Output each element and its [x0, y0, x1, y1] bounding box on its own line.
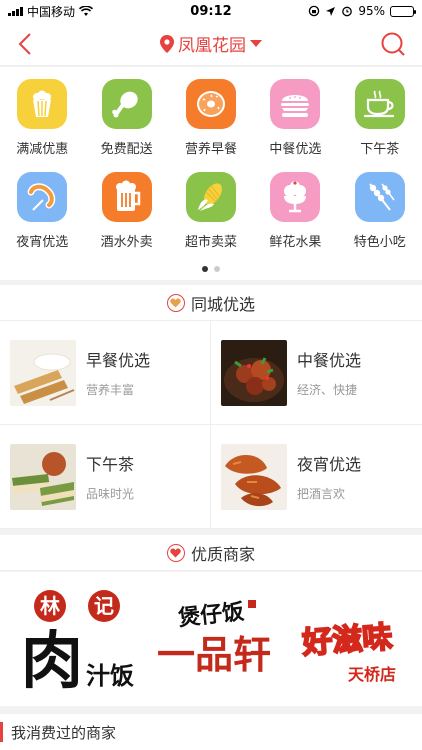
- location-name: 凤凰花园: [178, 36, 246, 56]
- beer-icon: [101, 172, 152, 222]
- popcorn-icon: [17, 79, 68, 129]
- pick-subtitle: 把酒言欢: [297, 487, 346, 501]
- burger-icon: [270, 79, 321, 129]
- category-label: 下午茶: [360, 142, 400, 157]
- search-icon[interactable]: [380, 31, 406, 57]
- lunch-image: [221, 339, 287, 406]
- alarm-icon: [342, 6, 353, 17]
- pick-card[interactable]: 夜宵优选 把酒言欢: [211, 425, 422, 529]
- category-label: 免费配送: [100, 142, 153, 157]
- navigation-bar: 凤凰花园: [0, 22, 422, 66]
- heart-icon: [166, 543, 185, 562]
- logo-char: 汁饭: [86, 661, 134, 690]
- wifi-icon: [79, 5, 94, 16]
- category-item[interactable]: 下午茶: [338, 79, 422, 172]
- ice-cream-icon: [270, 172, 321, 222]
- logo-char: 好滋味: [300, 620, 393, 661]
- map-pin-icon: [160, 34, 174, 53]
- section-marker: [0, 722, 3, 742]
- clock: 09:12: [190, 3, 232, 19]
- donut-icon: [185, 79, 236, 129]
- pick-subtitle: 经济、快捷: [297, 383, 358, 397]
- consumed-merchants-header: 我消费过的商家: [0, 714, 422, 750]
- merchant-logo-yipinxuan[interactable]: 煲仔饭 一品轩: [150, 582, 278, 692]
- category-item[interactable]: 满减优惠: [0, 79, 84, 172]
- battery-icon: [390, 5, 416, 17]
- category-item[interactable]: 鲜花水果: [253, 172, 337, 265]
- yipinxuan-logo: 煲仔饭 一品轩: [157, 599, 271, 677]
- sausage-icon: [17, 172, 68, 222]
- logo-char: 煲仔饭: [177, 599, 245, 632]
- signal-icon: [8, 6, 23, 16]
- merchant-logo-haoziwei[interactable]: 好滋味 天桥店: [288, 582, 416, 692]
- section-title: 我消费过的商家: [11, 723, 117, 742]
- page-dot-active[interactable]: [202, 266, 208, 272]
- category-grid: 满减优惠 免费配送 营养早餐 中餐优选 下午茶 夜宵优选 酒水外卖 超市卖菜 鲜…: [0, 67, 422, 265]
- logo-char: 天桥店: [348, 665, 396, 684]
- pick-title: 下午茶: [86, 455, 135, 474]
- category-item[interactable]: 夜宵优选: [0, 172, 84, 265]
- logo-char: 肉: [21, 624, 83, 692]
- section-title: 优质商家: [190, 544, 255, 564]
- pick-subtitle: 营养丰富: [86, 383, 135, 397]
- rotation-lock-icon: [309, 5, 320, 17]
- breakfast-image: [10, 339, 76, 406]
- skewer-icon: [354, 172, 405, 222]
- pick-title: 早餐优选: [86, 351, 151, 370]
- back-icon[interactable]: [14, 31, 38, 57]
- location-selector[interactable]: 凤凰花园: [160, 31, 262, 56]
- heart-icon: [166, 293, 185, 312]
- pick-card[interactable]: 早餐优选 营养丰富: [0, 321, 211, 425]
- section-title: 同城优选: [190, 294, 255, 314]
- drumstick-icon: [101, 79, 152, 129]
- city-picks-header: 同城优选: [0, 285, 422, 321]
- category-item[interactable]: 营养早餐: [169, 79, 253, 172]
- status-bar: 中国移动 09:12 95%: [0, 0, 422, 22]
- linji-logo: 林 记 肉 汁饭: [21, 590, 134, 697]
- category-label: 鲜花水果: [269, 235, 322, 250]
- corn-icon: [185, 172, 236, 222]
- page-indicator: [0, 266, 422, 272]
- caret-down-icon: [250, 39, 262, 47]
- category-item[interactable]: 酒水外卖: [84, 172, 168, 265]
- category-label: 特色小吃: [353, 235, 406, 250]
- category-label: 满减优惠: [16, 142, 69, 157]
- carrier-name: 中国移动: [27, 4, 76, 19]
- pick-subtitle: 品味时光: [86, 487, 135, 501]
- merchant-logos: 林 记 肉 汁饭 煲仔饭 一品轩 好滋味 天桥店: [0, 572, 422, 706]
- afternoon-tea-image: [10, 443, 76, 510]
- category-label: 酒水外卖: [100, 235, 153, 250]
- logo-char: 记: [94, 594, 114, 618]
- logo-char: 林: [40, 594, 60, 618]
- pick-card[interactable]: 下午茶 品味时光: [0, 425, 211, 529]
- pick-card[interactable]: 中餐优选 经济、快捷: [211, 321, 422, 425]
- merchants-header: 优质商家: [0, 535, 422, 571]
- category-item[interactable]: 中餐优选: [253, 79, 337, 172]
- logo-char: 一品轩: [157, 632, 271, 677]
- category-item[interactable]: 特色小吃: [338, 172, 422, 265]
- pick-title: 中餐优选: [297, 351, 362, 370]
- late-night-image: [221, 443, 287, 510]
- category-label: 夜宵优选: [16, 235, 69, 250]
- category-label: 超市卖菜: [184, 235, 237, 250]
- pick-title: 夜宵优选: [297, 455, 362, 474]
- category-panel: 满减优惠 免费配送 营养早餐 中餐优选 下午茶 夜宵优选 酒水外卖 超市卖菜 鲜…: [0, 67, 422, 280]
- battery-percent: 95%: [358, 4, 385, 18]
- location-arrow-icon: [326, 6, 336, 16]
- haoziwei-logo: 好滋味 天桥店: [299, 619, 396, 684]
- category-item[interactable]: 超市卖菜: [169, 172, 253, 265]
- page-dot[interactable]: [214, 266, 220, 272]
- category-label: 中餐优选: [269, 142, 322, 157]
- category-item[interactable]: 免费配送: [84, 79, 168, 172]
- city-picks-grid: 早餐优选 营养丰富 中餐优选 经济、快捷 下午茶 品味时光 夜宵优选 把酒言欢: [0, 321, 422, 529]
- category-label: 营养早餐: [184, 142, 237, 157]
- tea-cup-icon: [354, 79, 405, 129]
- merchant-logo-linji[interactable]: 林 记 肉 汁饭: [12, 582, 142, 697]
